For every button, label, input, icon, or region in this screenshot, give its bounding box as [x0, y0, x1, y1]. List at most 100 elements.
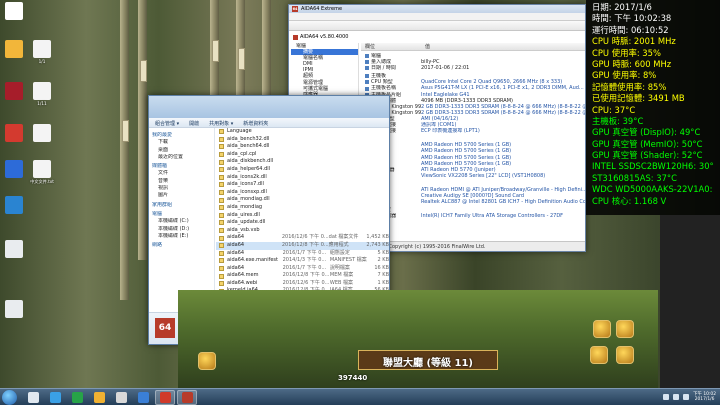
file-row[interactable]: aida64.mem 2016/12/8 下午 0... MEM 檔案 7 KB — [216, 272, 389, 280]
desktop-file[interactable] — [28, 124, 56, 143]
explorer-titlebar[interactable] — [149, 96, 389, 118]
explorer-navigation-pane[interactable]: 我的最愛 下載 桌面 最近的位置 媒體櫃 文件 音樂 視訊 圖片 家用群組 電腦 本機磁碟 (C:) 本… — [149, 128, 215, 312]
nav-item[interactable]: 網路 — [152, 242, 211, 249]
game-button[interactable] — [616, 346, 634, 364]
desktop-shortcut[interactable] — [0, 124, 28, 143]
file-size: 1,452 KB — [366, 234, 389, 241]
explorer-toolbar-button[interactable]: 開啟 — [189, 120, 199, 127]
summary-row[interactable]: 顯示器ViewSonic VX2208 Series [22" LCD] (VS… — [361, 173, 585, 179]
nav-item[interactable]: 我的最愛 — [152, 132, 211, 139]
column-value[interactable]: 值 — [421, 43, 481, 50]
aida64-menubar[interactable] — [289, 13, 585, 21]
explorer-toolbar-button[interactable]: 組合管理 ▾ — [155, 120, 179, 127]
taskbar-app-button[interactable] — [45, 390, 65, 405]
file-row[interactable]: aida_helper64.dll — [216, 166, 389, 174]
start-button[interactable] — [2, 389, 17, 405]
taskbar-app-button[interactable] — [67, 390, 87, 405]
game-button[interactable] — [616, 320, 634, 338]
aida64-titlebar[interactable]: 64 AIDA64 Extreme — [289, 5, 585, 13]
file-row[interactable]: aida_bench32.dll — [216, 136, 389, 144]
file-row[interactable]: aida_icons2k.dll — [216, 174, 389, 182]
file-row[interactable]: aida_diskbench.dll — [216, 158, 389, 166]
nav-item[interactable]: 視訊 — [152, 185, 211, 192]
file-row[interactable]: aida_bench64.dll — [216, 143, 389, 151]
file-date — [283, 181, 330, 189]
field-value: 2017-01-06 / 22:01 — [421, 65, 470, 72]
taskbar-app-list — [23, 389, 199, 405]
summary-row[interactable]: 日期 / 時間 2017-01-06 / 22:01 — [361, 65, 585, 71]
nav-item[interactable]: 最近的位置 — [152, 154, 211, 161]
nav-item[interactable]: 電腦 — [152, 211, 211, 218]
game-button[interactable] — [590, 346, 608, 364]
file-row[interactable]: aida64 2016/12/6 下午 0... dat 檔案文件 1,452 KB — [216, 234, 389, 242]
file-type: MEM 檔案 — [329, 272, 354, 279]
nav-item[interactable]: 本機磁碟 (E:) — [152, 233, 211, 240]
guild-hall-banner[interactable]: 聯盟大廳 (等級 11) — [358, 350, 498, 370]
desktop-file[interactable]: 中文文件.txt — [28, 160, 56, 184]
aida64-toolbar[interactable] — [289, 21, 585, 31]
file-row[interactable]: aida_iconsxp.dll — [216, 189, 389, 197]
desktop-file[interactable]: 1/1 — [28, 40, 56, 64]
desktop-shortcut[interactable] — [0, 240, 28, 259]
taskbar-app-button[interactable] — [133, 390, 153, 405]
game-button[interactable] — [593, 320, 611, 338]
nav-item[interactable]: 音樂 — [152, 178, 211, 185]
game-window[interactable]: 聯盟大廳 (等級 11) 397440 — [178, 290, 658, 388]
nav-item[interactable]: 圖片 — [152, 192, 211, 199]
aida64-summary-pane[interactable]: 電腦 量入總成 billy-PC 日期 / 時間 2017-01-06 / 22:01 主… — [361, 51, 585, 241]
tray-flag-icon[interactable] — [663, 394, 670, 400]
game-score: 397440 — [338, 374, 368, 382]
app-icon — [115, 391, 127, 403]
field-icon — [365, 74, 369, 79]
file-row[interactable]: aida64 2016/1/7 下午 0... 組態設定 5 KB — [216, 250, 389, 258]
shortcut-icon — [5, 160, 23, 178]
summary-row[interactable]: 通訊埠連接ECP 印表機連接埠 (LPT1) — [361, 128, 585, 134]
taskbar-app-button[interactable] — [177, 389, 197, 405]
column-field[interactable]: 欄位 — [361, 43, 421, 50]
nav-item[interactable]: 桌面 — [152, 147, 211, 154]
explorer-toolbar-button[interactable]: 新增資料夾 — [243, 120, 268, 127]
file-date: 2016/1/7 下午 0... — [282, 249, 327, 256]
nav-item[interactable]: 本機磁碟 (D:) — [152, 226, 211, 233]
tray-network-icon[interactable] — [673, 394, 680, 400]
taskbar-clock[interactable]: 下午 10:02 2017/1/6 — [693, 392, 716, 403]
taskbar-app-button[interactable] — [155, 389, 175, 405]
summary-row[interactable]: 音效卡Realtek ALC887 @ Intel 82801 GB ICH7 … — [361, 199, 585, 205]
summary-row[interactable]: IDE 控制器Intel(R) ICH7 Family Ultra ATA St… — [361, 213, 585, 219]
file-type: dat 檔案文件 — [328, 234, 359, 241]
taskbar-app-button[interactable] — [89, 390, 109, 405]
file-row[interactable]: aida64.exe.manifest 2014/1/3 下午 0... MANIF… — [216, 257, 389, 265]
desktop-shortcut[interactable] — [0, 2, 28, 21]
file-size — [368, 212, 389, 220]
file-icon — [219, 182, 224, 188]
file-row[interactable]: aida_icons7.dll — [216, 181, 389, 189]
taskbar-app-button[interactable] — [111, 390, 131, 405]
desktop-file[interactable]: 1/11 — [28, 82, 56, 106]
explorer-file-list[interactable]: Language aida_bench32.dll aida_bench64.dll… — [216, 128, 389, 312]
desktop-shortcut[interactable] — [0, 196, 28, 215]
file-row[interactable]: aida_update.dll — [216, 219, 389, 227]
explorer-toolbar-button[interactable]: 共用對象 ▾ — [209, 120, 233, 127]
file-name: aida64 — [227, 234, 245, 241]
file-row[interactable]: aida_mondiag — [216, 204, 389, 212]
desktop-shortcut[interactable] — [0, 160, 28, 179]
nav-item[interactable]: 文件 — [152, 170, 211, 177]
file-date — [283, 189, 330, 197]
desktop-shortcut[interactable] — [0, 82, 28, 101]
tray-volume-icon[interactable] — [683, 394, 690, 400]
nav-item[interactable]: 媒體櫃 — [152, 163, 211, 170]
game-button[interactable] — [198, 352, 216, 370]
desktop-shortcut[interactable] — [0, 40, 28, 59]
explorer-toolbar[interactable]: 組合管理 ▾ 開啟 共用對象 ▾ 新增資料夾 — [149, 118, 389, 128]
file-row[interactable]: aida_uires.dll — [216, 212, 389, 220]
file-row[interactable]: Language — [216, 128, 389, 136]
nav-item[interactable]: 下載 — [152, 139, 211, 146]
file-row[interactable]: aida64 2016/12/8 下午 0... 應用程式 2,743 KB — [216, 241, 389, 250]
nav-item[interactable]: 家用群組 — [152, 202, 211, 209]
taskbar-app-button[interactable] — [23, 390, 43, 405]
file-row[interactable]: aida_cpl.cpl — [216, 151, 389, 159]
desktop-shortcut[interactable] — [0, 300, 28, 319]
nav-item[interactable]: 本機磁碟 (C:) — [152, 218, 211, 225]
aida64-column-header[interactable]: 欄位 值 — [361, 43, 585, 51]
file-row[interactable]: aida_mondiag.dll — [216, 196, 389, 204]
